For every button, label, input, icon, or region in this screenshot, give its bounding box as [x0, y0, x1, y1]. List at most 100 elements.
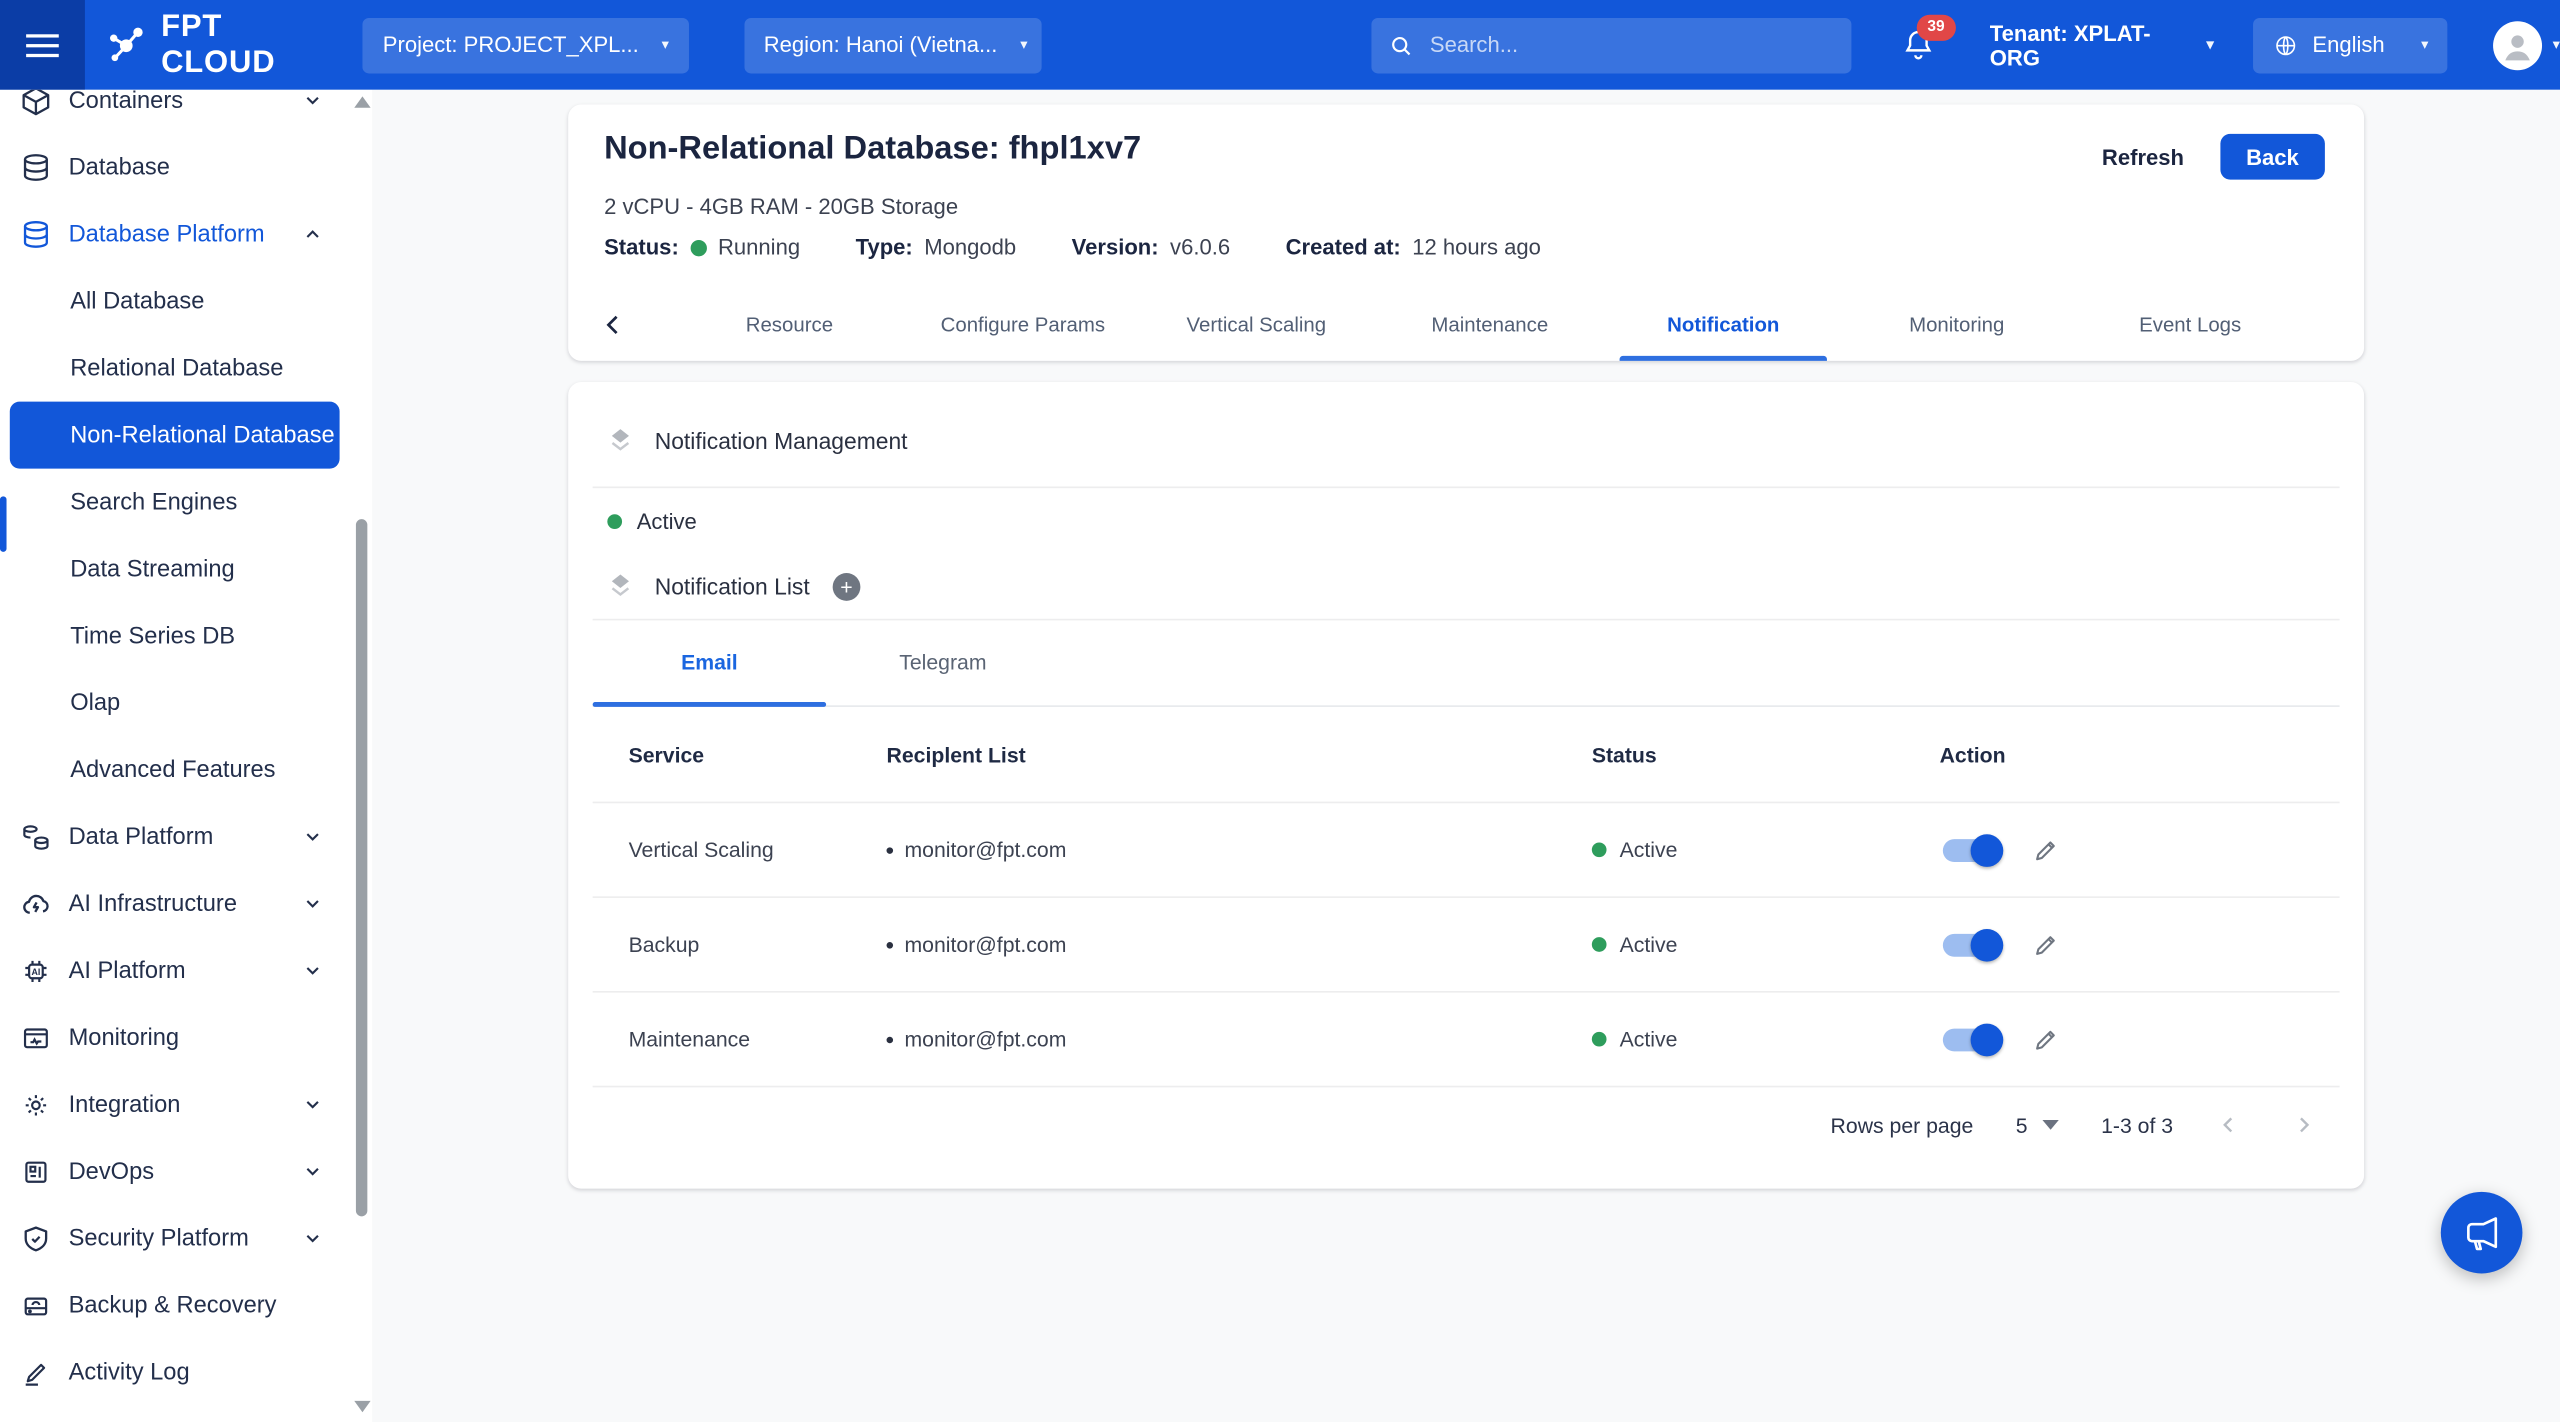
- data-stack-icon: [20, 820, 53, 853]
- search-icon: [1387, 32, 1413, 58]
- edit-pencil-icon[interactable]: [2031, 930, 2060, 959]
- chevron-down-icon: [302, 960, 323, 981]
- sidebar-item-devops[interactable]: DevOps: [0, 1138, 372, 1205]
- fpt-cloud-logo[interactable]: FPT CLOUD: [104, 9, 337, 81]
- scroll-up-arrow-icon[interactable]: [354, 96, 370, 107]
- database-icon: [20, 218, 53, 251]
- megaphone-icon: [2460, 1211, 2502, 1253]
- sidebar-item-database-platform[interactable]: Database Platform: [0, 201, 372, 268]
- table-row: Maintenance monitor@fpt.com Active: [593, 993, 2340, 1088]
- previous-page-button[interactable]: [2216, 1112, 2242, 1138]
- sidebar-item-all-database[interactable]: All Database: [0, 268, 372, 335]
- sidebar-item-label: Relational Database: [70, 355, 283, 381]
- search-input[interactable]: [1371, 31, 1841, 59]
- tabs-scroll-left-button[interactable]: [598, 309, 631, 342]
- row-status-dot: [1592, 1032, 1607, 1047]
- tenant-selector[interactable]: Tenant: XPLAT-ORG ▾: [1990, 20, 2214, 69]
- language-selector-label: English: [2312, 33, 2384, 57]
- chevron-down-icon: [302, 826, 323, 847]
- chevron-down-icon: [302, 893, 323, 914]
- type-value: Mongodb: [924, 235, 1016, 259]
- rows-per-page-select[interactable]: 5: [2016, 1113, 2059, 1137]
- content-area: Non-Relational Database: fhpl1xv7 Refres…: [372, 90, 2560, 1422]
- recipient-cell: monitor@fpt.com: [887, 1027, 1592, 1051]
- service-cell: Maintenance: [593, 1027, 887, 1051]
- tab-resource[interactable]: Resource: [673, 289, 906, 361]
- sidebar-item-ai-platform[interactable]: AI AI Platform: [0, 937, 372, 1004]
- row-status: Active: [1620, 838, 1678, 862]
- notifications-bell-button[interactable]: 39: [1900, 25, 1937, 64]
- scroll-down-arrow-icon[interactable]: [354, 1401, 370, 1412]
- sidebar-item-label: Data Platform: [69, 824, 214, 850]
- sidebar-item-integration[interactable]: Integration: [0, 1071, 372, 1138]
- page-title: Non-Relational Database: fhpl1xv7: [604, 131, 1141, 169]
- sidebar-item-search-engines[interactable]: Search Engines: [0, 469, 372, 536]
- version-value: v6.0.6: [1170, 235, 1230, 259]
- sidebar-item-security-platform[interactable]: Security Platform: [0, 1205, 372, 1272]
- monitor-icon: [20, 1021, 53, 1054]
- announcements-fab-button[interactable]: [2441, 1192, 2523, 1274]
- tab-telegram[interactable]: Telegram: [826, 620, 1059, 705]
- detail-tab-bar: Resource Configure Params Vertical Scali…: [568, 289, 2364, 361]
- scrollbar-thumb[interactable]: [356, 519, 367, 1216]
- back-button[interactable]: Back: [2220, 134, 2325, 180]
- sidebar-item-database[interactable]: Database: [0, 134, 372, 201]
- shield-icon: [20, 1222, 53, 1255]
- sidebar-scrollbar[interactable]: [349, 90, 372, 1422]
- tab-notification[interactable]: Notification: [1607, 289, 1840, 361]
- version-label: Version:: [1072, 235, 1159, 259]
- tenant-selector-label: Tenant: XPLAT-ORG: [1990, 20, 2190, 69]
- sidebar-item-data-streaming[interactable]: Data Streaming: [0, 536, 372, 603]
- row-status: Active: [1620, 932, 1678, 956]
- row-status-dot: [1592, 937, 1607, 952]
- tab-event-logs[interactable]: Event Logs: [2073, 289, 2306, 361]
- tab-email[interactable]: Email: [593, 620, 826, 705]
- add-notification-button[interactable]: +: [833, 572, 861, 600]
- enable-toggle[interactable]: [1943, 933, 1999, 956]
- sidebar-item-containers[interactable]: Containers: [0, 90, 372, 134]
- globe-icon: [2273, 32, 2299, 58]
- edit-pencil-icon[interactable]: [2031, 835, 2060, 864]
- column-header-status: Status: [1592, 742, 1940, 766]
- sidebar-item-advanced-features[interactable]: Advanced Features: [0, 736, 372, 803]
- enable-toggle[interactable]: [1943, 838, 1999, 861]
- edit-pencil-icon[interactable]: [2031, 1024, 2060, 1053]
- service-cell: Vertical Scaling: [593, 838, 887, 862]
- refresh-button[interactable]: Refresh: [2102, 144, 2184, 168]
- column-header-recipient-list: Reciplent List: [887, 742, 1592, 766]
- tab-configure-params[interactable]: Configure Params: [906, 289, 1139, 361]
- sidebar-item-data-platform[interactable]: Data Platform: [0, 803, 372, 870]
- pagination-range: 1-3 of 3: [2101, 1113, 2173, 1137]
- row-status: Active: [1620, 1027, 1678, 1051]
- sidebar-item-ai-infrastructure[interactable]: AI Infrastructure: [0, 870, 372, 937]
- next-page-button[interactable]: [2291, 1112, 2317, 1138]
- project-selector-label: Project: PROJECT_XPL...: [383, 33, 639, 57]
- tab-maintenance[interactable]: Maintenance: [1373, 289, 1606, 361]
- sidebar-item-non-relational-database[interactable]: Non-Relational Database: [10, 402, 340, 469]
- recipient-cell: monitor@fpt.com: [887, 838, 1592, 862]
- caret-down-icon: ▾: [662, 38, 669, 53]
- sidebar-item-olap[interactable]: Olap: [0, 669, 372, 736]
- sidebar-item-label: Integration: [69, 1091, 181, 1117]
- region-selector[interactable]: Region: Hanoi (Vietna... ▾: [744, 17, 1041, 73]
- enable-toggle[interactable]: [1943, 1028, 1999, 1051]
- language-selector[interactable]: English ▾: [2253, 17, 2448, 73]
- sidebar-item-activity-log[interactable]: Activity Log: [0, 1339, 372, 1406]
- sidebar-item-relational-database[interactable]: Relational Database: [0, 335, 372, 402]
- recipient-cell: monitor@fpt.com: [887, 932, 1592, 956]
- sidebar-item-label: Containers: [69, 90, 183, 114]
- global-search: [1371, 17, 1851, 73]
- sidebar-item-time-series-db[interactable]: Time Series DB: [0, 602, 372, 669]
- project-selector[interactable]: Project: PROJECT_XPL... ▾: [363, 17, 688, 73]
- sidebar-item-label: Advanced Features: [70, 757, 275, 783]
- chevron-down-icon: [302, 90, 323, 111]
- tab-monitoring[interactable]: Monitoring: [1840, 289, 2073, 361]
- sidebar-item-monitoring[interactable]: Monitoring: [0, 1004, 372, 1071]
- user-menu[interactable]: ▾: [2494, 20, 2560, 69]
- sidebar-item-label: Time Series DB: [70, 623, 235, 649]
- chevron-down-icon: [302, 1161, 323, 1182]
- hamburger-menu-button[interactable]: [0, 0, 85, 90]
- sidebar-item-backup-recovery[interactable]: Backup & Recovery: [0, 1272, 372, 1339]
- table-row: Backup monitor@fpt.com Active: [593, 898, 2340, 993]
- tab-vertical-scaling[interactable]: Vertical Scaling: [1140, 289, 1373, 361]
